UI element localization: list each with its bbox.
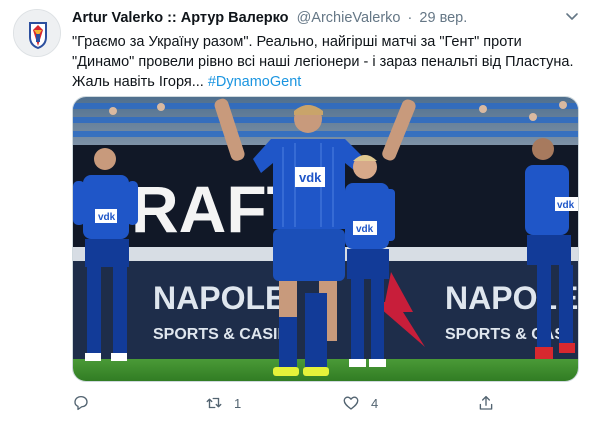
more-options-button[interactable]: [563, 9, 581, 25]
shirt-sponsor-left: vdk: [98, 212, 116, 223]
reply-icon: [74, 395, 88, 411]
shirt-sponsor-center: vdk: [299, 170, 322, 185]
share-button[interactable]: [477, 392, 495, 414]
tweet-text: "Граємо за Україну разом". Реально, найг…: [72, 32, 577, 92]
tweet-header: Artur Valerko :: Артур Валерко @ArchieVa…: [72, 9, 572, 29]
shirt-sponsor-right: vdk: [557, 200, 575, 211]
chevron-down-icon: [566, 13, 578, 20]
tweet-actions: 1 4: [72, 392, 577, 416]
tweet-photo[interactable]: RAFT NAPOLE SPORTS & CASIN NAPOLE SPORTS…: [72, 96, 579, 382]
hashtag-link[interactable]: #DynamoGent: [208, 74, 302, 90]
retweet-icon: [206, 397, 222, 409]
retweet-count: 1: [234, 395, 242, 411]
like-button[interactable]: 4: [342, 392, 378, 414]
tweet[interactable]: Artur Valerko :: Артур Валерко @ArchieVa…: [0, 0, 592, 422]
avatar[interactable]: [13, 9, 61, 57]
banner-text-right: NAPOLE: [445, 280, 578, 316]
author-name[interactable]: Artur Valerko :: Артур Валерко: [72, 10, 289, 26]
like-count: 4: [371, 395, 379, 411]
reply-button[interactable]: [72, 392, 101, 414]
banner-sub-left: SPORTS & CASIN: [153, 326, 289, 343]
avatar-logo-icon: [14, 10, 60, 56]
football-photo: RAFT NAPOLE SPORTS & CASIN NAPOLE SPORTS…: [73, 97, 578, 381]
share-icon: [479, 395, 493, 410]
like-icon: [343, 396, 359, 410]
header-separator: ·: [407, 10, 413, 26]
retweet-button[interactable]: 1: [205, 392, 241, 414]
shirt-sponsor-blond: vdk: [356, 224, 374, 235]
tweet-text-body: "Граємо за Україну разом". Реально, найг…: [72, 34, 574, 90]
banner-text-left: NAPOLE: [153, 280, 286, 316]
author-handle[interactable]: @ArchieValerko: [297, 10, 401, 26]
tweet-date[interactable]: 29 вер.: [419, 10, 467, 26]
